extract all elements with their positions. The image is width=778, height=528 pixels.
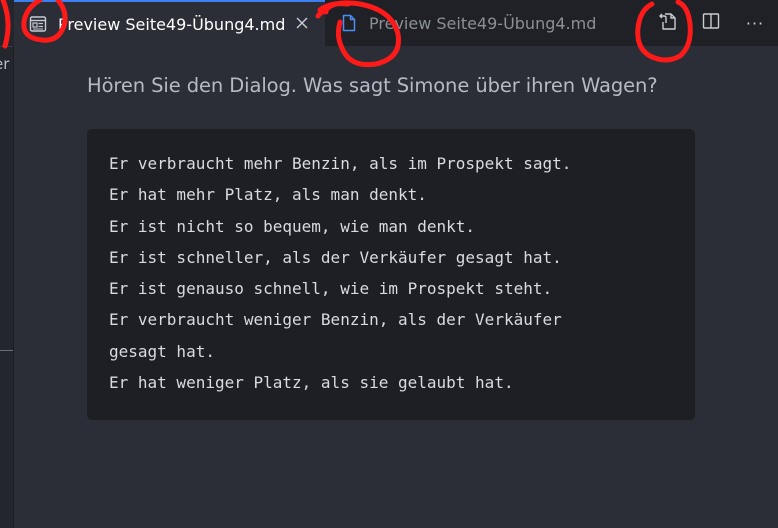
code-line: Er ist genauso schnell, wie im Prospekt … (109, 279, 553, 299)
open-source-button[interactable] (654, 9, 682, 37)
page-title: Hören Sie den Dialog. Was sagt Simone üb… (87, 74, 658, 97)
code-line: Er verbraucht weniger Benzin, als der Ve… (109, 310, 562, 330)
code-line: Er verbraucht mehr Benzin, als im Prospe… (109, 154, 572, 173)
divider (0, 46, 14, 47)
split-editor-icon (701, 11, 721, 35)
code-line: Er hat weniger Platz, als sie gelaubt ha… (109, 373, 514, 393)
tab-preview-active[interactable]: Preview Seite49-Übung4.md (14, 0, 325, 46)
close-icon[interactable] (293, 14, 311, 32)
side-panel-edge: er (0, 0, 14, 528)
code-block: Er verbraucht mehr Benzin, als im Prospe… (87, 129, 695, 420)
open-source-icon (657, 10, 679, 36)
side-panel-cut-text: er (0, 55, 10, 73)
tab-label: Preview Seite49-Übung4.md (369, 13, 597, 33)
split-editor-button[interactable] (697, 9, 725, 37)
tab-label: Preview Seite49-Übung4.md (58, 14, 286, 34)
more-actions-button[interactable]: ··· (741, 9, 769, 37)
preview-icon (28, 14, 48, 34)
file-icon (339, 13, 359, 33)
code-line: Er hat mehr Platz, als man denkt. (109, 185, 427, 205)
code-line: Er ist schneller, als der Verkäufer gesa… (109, 247, 562, 267)
more-actions-icon: ··· (745, 13, 765, 33)
divider (0, 350, 14, 351)
code-line: gesagt hat. (109, 341, 215, 361)
markdown-preview: Hören Sie den Dialog. Was sagt Simone üb… (14, 46, 778, 528)
editor-tab-bar: Preview Seite49-Übung4.md Preview Seite4… (14, 0, 778, 46)
code-line: Er ist nicht so bequem, wie man denkt. (109, 216, 476, 236)
vscode-window: er Preview Seite49-Übung4.md (0, 0, 778, 528)
tab-preview-inactive[interactable]: Preview Seite49-Übung4.md (325, 0, 615, 46)
